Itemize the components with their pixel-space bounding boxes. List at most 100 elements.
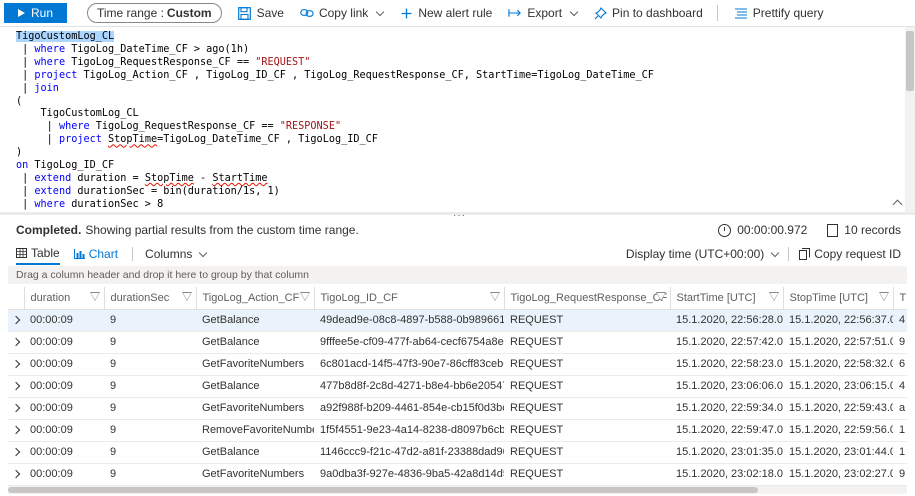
collapse-editor-icon[interactable] [892,199,903,210]
columns-dropdown[interactable]: Columns [145,247,208,261]
table-cell[interactable]: 15.1.2020, 22:56:28.000 [670,309,783,332]
table-cell[interactable]: 9 [104,419,196,442]
table-cell[interactable]: REQUEST [504,441,670,464]
column-header[interactable]: TigoLog_ID_CF [314,287,505,310]
table-cell[interactable]: GetFavoriteNumbers [196,397,314,420]
table-row[interactable]: 00:00:09 9 RemoveFavoriteNumber 1f5f4551-9e… [8,419,907,442]
column-header[interactable]: TigoLog_Action_CF [196,287,315,310]
column-header[interactable]: durationSec [104,287,197,310]
expand-row-button[interactable] [8,331,24,354]
time-range-button[interactable]: Time range : Custom [87,3,222,23]
table-cell[interactable]: RemoveFavoriteNumber [196,419,314,442]
table-cell[interactable]: REQUEST [504,463,670,486]
table-cell[interactable]: REQUEST [504,419,670,442]
run-button[interactable]: Run [4,3,67,23]
table-cell[interactable]: GetBalance [196,331,314,354]
table-cell[interactable]: 4 [893,375,907,398]
table-cell[interactable]: 1f5f4551-9e23-4a14-8238-d8097b6cbfe5 [314,419,504,442]
tab-chart[interactable]: Chart [73,247,118,261]
table-cell[interactable]: 9 [104,397,196,420]
table-cell[interactable]: REQUEST [504,397,670,420]
table-cell[interactable]: 15.1.2020, 22:59:43.000 [783,397,893,420]
expand-row-button[interactable] [8,375,24,398]
expand-row-button[interactable] [8,397,24,420]
table-cell[interactable]: 15.1.2020, 22:57:42.000 [670,331,783,354]
table-cell[interactable]: 00:00:09 [24,463,104,486]
table-cell[interactable]: 00:00:09 [24,331,104,354]
table-cell[interactable]: REQUEST [504,331,670,354]
table-cell[interactable]: 00:00:09 [24,441,104,464]
table-cell[interactable]: 00:00:09 [24,397,104,420]
export-button[interactable]: Export [508,3,579,23]
table-cell[interactable]: 9 [893,463,907,486]
column-header[interactable]: duration [24,287,105,310]
table-cell[interactable]: 00:00:09 [24,309,104,332]
table-row[interactable]: 00:00:09 9 GetBalance 9fffee5e-cf09-477f-ab… [8,331,907,354]
editor-scrollbar-thumb[interactable] [906,31,914,91]
group-by-dropzone[interactable]: Drag a column header and drop it here to… [8,266,907,284]
filter-icon[interactable] [299,292,310,301]
table-row[interactable]: 00:00:09 9 GetBalance 1146ccc9-f21c-47d2-a8… [8,441,907,464]
expand-row-button[interactable] [8,419,24,442]
filter-icon[interactable] [768,292,779,301]
table-row[interactable]: 00:00:09 9 GetFavoriteNumbers 9a0dba3f-927e… [8,463,907,486]
table-cell[interactable]: 15.1.2020, 23:02:27.000 [783,463,893,486]
table-cell[interactable]: 00:00:09 [24,375,104,398]
table-cell[interactable]: 1 [893,441,907,464]
editor-scrollbar[interactable] [905,27,915,212]
filter-icon[interactable] [878,292,889,301]
table-cell[interactable]: 4 [893,309,907,332]
table-cell[interactable]: 49dead9e-08c8-4897-b588-0b9896619b51 [314,309,504,332]
table-cell[interactable]: 15.1.2020, 23:01:44.000 [783,441,893,464]
table-cell[interactable]: 00:00:09 [24,353,104,376]
table-cell[interactable]: 15.1.2020, 22:57:51.000 [783,331,893,354]
grid-scrollbar-thumb[interactable] [8,487,758,493]
table-cell[interactable]: GetFavoriteNumbers [196,463,314,486]
table-cell[interactable]: 15.1.2020, 23:01:35.000 [670,441,783,464]
column-header[interactable]: StopTime [UTC] [783,287,894,310]
table-cell[interactable]: 9 [104,463,196,486]
table-cell[interactable]: 9fffee5e-cf09-477f-ab64-cecf6754a8e4 [314,331,504,354]
table-cell[interactable]: 1146ccc9-f21c-47d2-a81f-23388dad968d [314,441,504,464]
table-cell[interactable]: 15.1.2020, 22:58:32.000 [783,353,893,376]
table-cell[interactable]: 6c801acd-14f5-47f3-90e7-86cff83ceb66 [314,353,504,376]
table-cell[interactable]: 15.1.2020, 22:58:23.000 [670,353,783,376]
expand-row-button[interactable] [8,463,24,486]
column-header[interactable]: StartTime [UTC] [670,287,784,310]
table-cell[interactable]: 9a0dba3f-927e-4836-9ba5-42a8d14d53b4 [314,463,504,486]
table-cell[interactable]: 6 [893,353,907,376]
table-cell[interactable]: REQUEST [504,375,670,398]
query-editor[interactable]: TigoCustomLog_CL | where TigoLog_DateTim… [0,26,915,212]
save-button[interactable]: Save [238,3,284,23]
table-cell[interactable]: 15.1.2020, 22:56:37.000 [783,309,893,332]
table-cell[interactable]: GetBalance [196,441,314,464]
table-row[interactable]: 00:00:09 9 GetBalance 477b8d8f-2c8d-4271-b8… [8,375,907,398]
table-cell[interactable]: REQUEST [504,353,670,376]
display-time-dropdown[interactable]: Display time (UTC+00:00) [626,247,780,261]
table-row[interactable]: 00:00:09 9 GetFavoriteNumbers 6c801acd-14f5… [8,353,907,376]
tab-table[interactable]: Table [16,243,60,265]
table-cell[interactable]: 477b8d8f-2c8d-4271-b8e4-bb6e20547d23 [314,375,504,398]
table-cell[interactable]: REQUEST [504,309,670,332]
pin-to-dashboard-button[interactable]: Pin to dashboard [593,3,703,23]
table-row[interactable]: 00:00:09 9 GetFavoriteNumbers a92f988f-b209… [8,397,907,420]
table-cell[interactable]: a92f988f-b209-4461-854e-cb15f0d3bcd7 [314,397,504,420]
filter-icon[interactable] [181,292,192,301]
expand-row-button[interactable] [8,441,24,464]
table-cell[interactable]: GetBalance [196,375,314,398]
table-cell[interactable]: a [893,397,907,420]
table-cell[interactable]: 15.1.2020, 22:59:56.000 [783,419,893,442]
expand-row-button[interactable] [8,309,24,332]
table-cell[interactable]: GetFavoriteNumbers [196,353,314,376]
table-cell[interactable]: 15.1.2020, 23:06:15.000 [783,375,893,398]
table-cell[interactable]: 1 [893,419,907,442]
table-cell[interactable]: GetBalance [196,309,314,332]
table-cell[interactable]: 9 [104,331,196,354]
table-cell[interactable]: 9 [104,375,196,398]
copy-request-id-button[interactable]: Copy request ID [799,247,901,261]
table-cell[interactable]: 9 [104,309,196,332]
new-alert-rule-button[interactable]: New alert rule [399,3,492,23]
filter-icon[interactable] [489,292,500,301]
column-header[interactable]: TigoLog_RequestResponse_CF [504,287,671,310]
expand-row-button[interactable] [8,353,24,376]
